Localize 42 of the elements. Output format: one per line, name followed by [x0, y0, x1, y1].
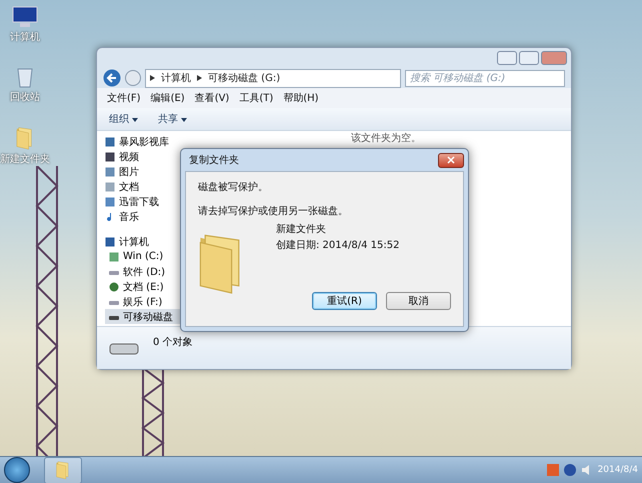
minimize-button[interactable] — [497, 51, 517, 65]
nav-item[interactable]: 暴风影视库 — [105, 134, 201, 149]
menu-item[interactable]: 查看(V) — [194, 91, 230, 105]
chevron-icon — [197, 75, 202, 81]
hint-text: 请去掉写保护或使用另一张磁盘。 — [198, 204, 349, 218]
toolbar-button[interactable]: 组织 — [109, 112, 138, 126]
caret-icon — [132, 118, 138, 122]
caret-icon — [181, 118, 188, 122]
forward-button[interactable] — [125, 70, 141, 86]
back-button[interactable] — [103, 69, 121, 87]
menu-item[interactable]: 文件(F) — [107, 91, 141, 105]
nav-item[interactable]: 软件 (D:) — [105, 264, 201, 279]
menu-item[interactable]: 工具(T) — [239, 91, 274, 105]
nav-item[interactable]: 文档 (E:) — [105, 279, 201, 294]
maximize-button[interactable] — [519, 51, 539, 65]
taskbar-button[interactable] — [44, 456, 82, 483]
monitor-icon — [12, 6, 38, 28]
folder-icon — [55, 461, 71, 479]
menu-item[interactable]: 帮助(H) — [283, 91, 319, 105]
empty-folder-text: 该文件夹为空。 — [351, 133, 421, 145]
nav-item[interactable]: 图片 — [105, 164, 201, 179]
nav-item[interactable]: 计算机 — [105, 234, 201, 249]
error-message: 磁盘被写保护。 — [198, 180, 269, 194]
nav-item[interactable]: 娱乐 (F:) — [105, 294, 201, 309]
address-bar[interactable]: 计算机 可移动磁盘 (G:) — [145, 68, 401, 88]
status-text: 0 个对象 — [153, 336, 193, 349]
chevron-icon — [150, 75, 155, 81]
search-field[interactable]: 搜索 可移动磁盘 (G:) — [405, 70, 565, 86]
dialog-button[interactable]: 取消 — [386, 292, 451, 310]
tray-icon[interactable] — [546, 464, 559, 476]
file-name: 新建文件夹 — [276, 222, 327, 236]
close-button[interactable] — [438, 152, 464, 168]
start-button[interactable] — [4, 457, 30, 483]
dialog-button[interactable]: 重试(R) — [312, 292, 377, 310]
dialog-title: 复制文件夹 — [189, 154, 239, 167]
recycle-bin-icon — [17, 66, 33, 88]
folder-icon — [16, 126, 34, 150]
menu-item[interactable]: 编辑(E) — [150, 91, 185, 105]
file-date: 创建日期: 2014/8/4 15:52 — [276, 238, 400, 252]
toolbar-button[interactable]: 共享 — [158, 112, 188, 126]
close-icon — [447, 156, 455, 164]
nav-item[interactable]: Win (C:) — [105, 249, 201, 264]
